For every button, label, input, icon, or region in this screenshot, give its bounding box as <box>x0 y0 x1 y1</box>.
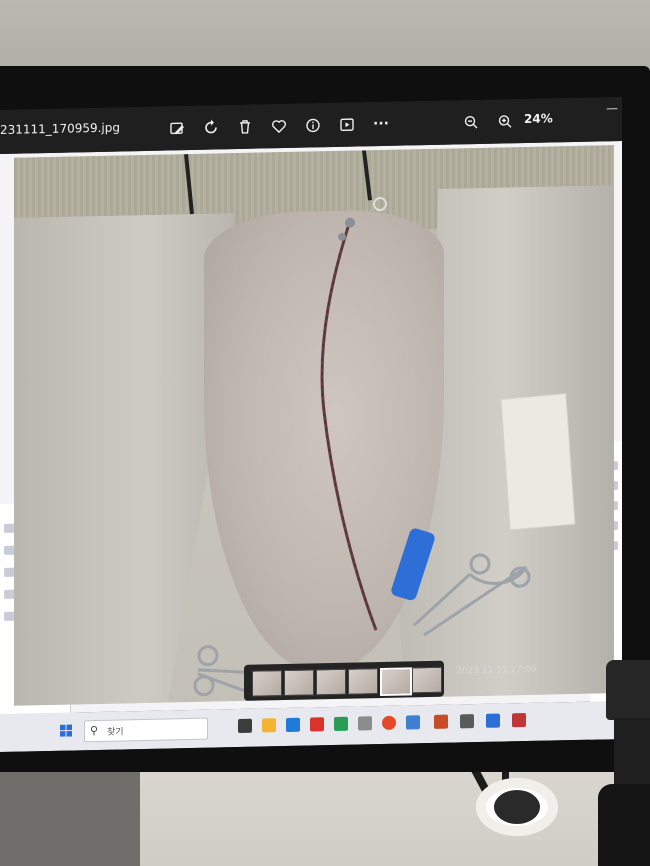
spray-bottle-head <box>606 660 650 720</box>
task-view-icon[interactable] <box>238 718 252 734</box>
favorite-icon <box>272 120 286 134</box>
spray-bottle-neck <box>614 718 650 788</box>
edit-image-icon <box>170 122 184 135</box>
filmstrip-thumbnail[interactable] <box>412 666 442 694</box>
windows-start-icon[interactable] <box>60 724 72 737</box>
info-icon <box>306 118 320 133</box>
more-button[interactable]: ··· <box>370 113 392 135</box>
more-icon: ··· <box>373 115 389 133</box>
monitor-screen: 231111_170959.jpg ··· 24% — 2023.11.11 1… <box>0 96 622 753</box>
rotate-icon <box>205 119 217 134</box>
favorite-button[interactable] <box>268 115 290 137</box>
desk-cable-hole <box>494 790 540 824</box>
info-button[interactable] <box>302 114 324 136</box>
taskbar-search-input[interactable]: ⚲ 찾기 <box>84 717 208 743</box>
thumbnail-filmstrip <box>244 660 444 701</box>
zoom-in-icon <box>498 115 512 128</box>
chrome-icon[interactable] <box>382 715 396 730</box>
app-icon[interactable] <box>434 714 448 729</box>
app-icon[interactable] <box>486 713 500 728</box>
slideshow-icon <box>340 118 354 132</box>
filmstrip-thumbnail[interactable] <box>316 668 346 696</box>
zoom-in-button[interactable] <box>494 110 516 132</box>
displayed-photo <box>14 145 614 706</box>
app-icon[interactable] <box>406 715 420 730</box>
zoom-level[interactable]: 24% <box>524 111 553 126</box>
photos-app-icon[interactable] <box>460 714 474 729</box>
zoom-out-icon <box>464 115 478 129</box>
rotate-button[interactable] <box>200 116 222 138</box>
app-icon[interactable] <box>512 712 526 728</box>
filmstrip-thumbnail[interactable] <box>252 670 282 697</box>
red-app-icon[interactable] <box>310 717 324 732</box>
filmstrip-thumbnail[interactable] <box>348 668 378 695</box>
green-app-icon[interactable] <box>334 716 348 732</box>
app-icon[interactable] <box>358 716 372 731</box>
spray-bottle-body <box>598 784 650 866</box>
search-icon: ⚲ <box>90 723 99 738</box>
delete-button[interactable] <box>234 116 256 138</box>
minimize-button[interactable]: — <box>606 101 618 115</box>
search-placeholder: 찾기 <box>107 727 124 738</box>
photo-suture-line <box>184 150 531 697</box>
slideshow-button[interactable] <box>336 114 358 136</box>
edit-image-button[interactable] <box>166 117 188 139</box>
delete-icon <box>240 120 250 134</box>
file-name: 231111_170959.jpg <box>0 120 120 137</box>
photo-timestamp: 2023.11.11 17:09 <box>456 664 537 677</box>
filmstrip-thumbnail[interactable] <box>284 669 314 697</box>
zoom-out-button[interactable] <box>460 111 482 133</box>
spray-bottle <box>596 660 650 866</box>
file-explorer-icon[interactable] <box>262 718 276 733</box>
filmstrip-thumbnail-selected[interactable] <box>380 667 412 697</box>
edge-browser-icon[interactable] <box>286 717 300 733</box>
